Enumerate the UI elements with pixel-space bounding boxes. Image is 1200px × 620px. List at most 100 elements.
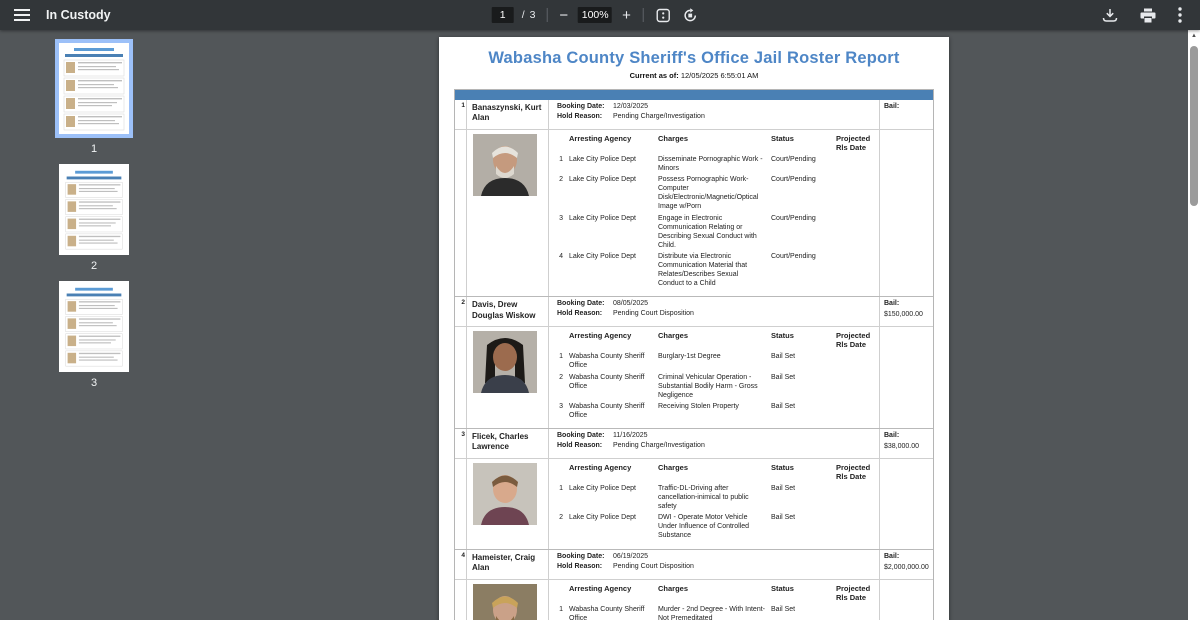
col-charges: Charges <box>658 134 689 143</box>
zoom-level-value[interactable]: 100% <box>578 7 613 23</box>
charge-rows: 1 Lake City Police Dept Disseminate Porn… <box>551 155 879 288</box>
thumbnail-preview[interactable] <box>59 164 129 255</box>
col-charges: Charges <box>658 462 689 472</box>
charge-projected-date <box>836 484 879 511</box>
page-thumbnail-2[interactable]: 2 <box>59 164 129 272</box>
charge-projected-date <box>836 175 879 211</box>
record-body-row: Arresting Agency Charges Status Projecte… <box>455 458 933 549</box>
col-projected-rls-date: Projected Rls Date <box>836 462 871 481</box>
index-column-spacer <box>455 130 467 297</box>
thumbnail-preview[interactable] <box>59 281 129 372</box>
download-icon <box>1102 8 1118 23</box>
col-charges: Charges <box>658 583 689 593</box>
more-options-button[interactable] <box>1176 5 1184 25</box>
thumbnail-preview[interactable] <box>55 39 133 138</box>
bail-label: Bail: <box>884 431 900 439</box>
page-thumbnail-1[interactable]: 1 <box>55 39 133 155</box>
document-page: Wabasha County Sheriff's Office Jail Ros… <box>439 37 949 620</box>
inmate-name: Flicek, Charles Lawrence <box>467 428 549 458</box>
bail-label: Bail: <box>884 103 900 110</box>
page-thumbnail-3[interactable]: 3 <box>59 281 129 389</box>
charges-column: Arresting Agency Charges Status Projecte… <box>549 327 879 428</box>
charge-number: 2 <box>559 373 563 381</box>
charge-agency: Wabasha County Sheriff Office <box>569 373 645 390</box>
as-of-value: 12/05/2025 6:55:01 AM <box>680 71 759 80</box>
rotate-button[interactable] <box>681 6 700 25</box>
charge-agency: Lake City Police Dept <box>569 214 636 222</box>
photo-column <box>467 458 549 549</box>
record-body-row: Arresting Agency Charges Status Projecte… <box>455 327 933 428</box>
hold-reason-label: Hold Reason: <box>557 310 603 318</box>
record-index: 4 <box>455 549 467 579</box>
col-projected-rls-date: Projected Rls Date <box>836 331 871 350</box>
toolbar-divider <box>642 8 644 22</box>
record-header-row: 1 Banaszynski, Kurt Alan Booking Date: 1… <box>455 100 933 130</box>
charge-number: 1 <box>559 484 563 492</box>
bail-column-spacer <box>879 579 933 620</box>
record-header-row: 4 Hameister, Craig Alan Booking Date: 06… <box>455 549 933 580</box>
booking-date-label: Booking Date: <box>557 300 605 308</box>
charge-status: Bail Set <box>771 484 796 492</box>
charge-description: Possess Pornographic Work-Computer Disk/… <box>658 176 759 211</box>
booking-info: Booking Date: 11/16/2025 Hold Reason: Pe… <box>549 429 879 458</box>
charge-description: Burglary-1st Degree <box>658 353 721 361</box>
record-header-row: 3 Flicek, Charles Lawrence Booking Date:… <box>455 428 933 459</box>
charge-rows: 1 Wabasha County Sheriff Office Murder -… <box>551 605 879 620</box>
roster-table: 1 Banaszynski, Kurt Alan Booking Date: 1… <box>454 89 934 620</box>
bail-cell: Bail: $2,000,000.00 <box>879 549 933 579</box>
print-button[interactable] <box>1138 6 1158 25</box>
pdf-viewer-toolbar: In Custody / 3 − 100% + <box>0 0 1200 30</box>
zoom-in-button[interactable]: + <box>620 6 633 25</box>
vertical-scrollbar[interactable]: ▲ <box>1188 30 1200 620</box>
bail-amount: $150,000.00 <box>884 311 923 319</box>
scrollbar-thumb[interactable] <box>1190 46 1198 206</box>
index-column-spacer <box>455 579 467 620</box>
charge-agency: Lake City Police Dept <box>569 156 636 163</box>
charge-row: 2 Lake City Police Dept Possess Pornogra… <box>551 175 879 211</box>
booking-date-label: Booking Date: <box>557 103 605 110</box>
charge-row: 2 Wabasha County Sheriff Office Criminal… <box>551 373 879 400</box>
page-number-input[interactable] <box>491 7 514 23</box>
photo-column <box>467 130 549 297</box>
download-button[interactable] <box>1100 6 1120 25</box>
col-projected-rls-date: Projected Rls Date <box>836 134 871 152</box>
charge-description: Engage in Electronic Communication Relat… <box>658 214 757 249</box>
charge-number: 1 <box>559 353 563 361</box>
charge-description: Receiving Stolen Property <box>658 402 739 410</box>
charge-row: 1 Lake City Police Dept Disseminate Porn… <box>551 155 879 173</box>
inmate-name: Banaszynski, Kurt Alan <box>467 100 549 129</box>
charge-status: Bail Set <box>771 402 796 410</box>
photo-column <box>467 579 549 620</box>
fit-page-button[interactable] <box>654 6 673 25</box>
col-status: Status <box>771 462 794 472</box>
charge-projected-date <box>836 252 879 288</box>
charge-row: 1 Wabasha County Sheriff Office Burglary… <box>551 352 879 370</box>
mugshot-photo <box>473 462 537 525</box>
zoom-out-button[interactable]: − <box>557 6 570 25</box>
report-timestamp: Current as of: 12/05/2025 6:55:01 AM <box>454 71 934 80</box>
mugshot-photo <box>473 331 537 394</box>
charge-status: Bail Set <box>771 605 796 613</box>
bail-column-spacer <box>879 130 933 297</box>
charge-status: Bail Set <box>771 353 796 361</box>
charges-header-row: Arresting Agency Charges Status Projecte… <box>551 132 879 155</box>
charge-row: 2 Lake City Police Dept DWI - Operate Mo… <box>551 513 879 540</box>
roster-record: 2 Davis, Drew Douglas Wiskow Booking Dat… <box>455 296 933 428</box>
thumbnail-sidebar: 1 2 3 <box>0 30 188 620</box>
menu-button[interactable] <box>12 6 32 24</box>
kebab-menu-icon <box>1178 7 1182 23</box>
charge-agency: Lake City Police Dept <box>569 514 636 522</box>
charge-projected-date <box>836 352 879 370</box>
record-body-row: Arresting Agency Charges Status Projecte… <box>455 130 933 297</box>
page-count-label: / 3 <box>521 9 537 21</box>
charge-number: 2 <box>559 514 563 522</box>
charge-status: Court/Pending <box>771 156 816 163</box>
charge-status: Court/Pending <box>771 214 816 222</box>
bail-column-spacer <box>879 458 933 549</box>
charge-description: Disseminate Pornographic Work - Minors <box>658 156 763 173</box>
scrollbar-up-arrow[interactable]: ▲ <box>1188 30 1200 43</box>
charge-description: Criminal Vehicular Operation - Substanti… <box>658 373 758 399</box>
charge-agency: Wabasha County Sheriff Office <box>569 353 645 370</box>
as-of-label: Current as of: <box>629 71 679 80</box>
roster-record: 3 Flicek, Charles Lawrence Booking Date:… <box>455 427 933 549</box>
